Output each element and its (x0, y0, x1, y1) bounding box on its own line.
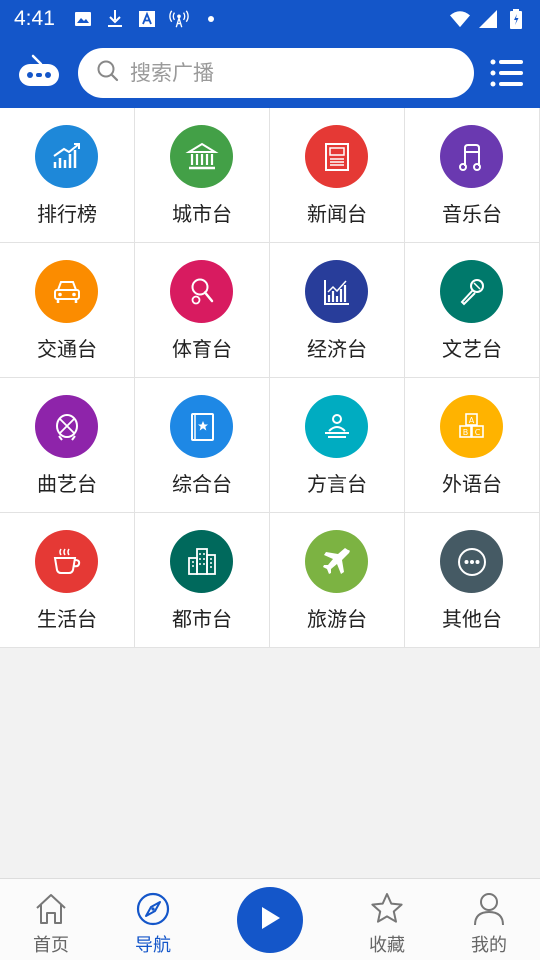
category-life[interactable]: 生活台 (0, 513, 135, 648)
search-input[interactable] (130, 61, 450, 85)
coffee-icon (35, 530, 98, 593)
status-bar: 4:41 (0, 0, 540, 38)
category-label: 都市台 (172, 607, 232, 631)
category-label: 新闻台 (307, 202, 367, 226)
category-label: 交通台 (37, 337, 97, 361)
nav-home-label: 首页 (33, 935, 69, 956)
microphone-icon (440, 260, 503, 323)
category-music[interactable]: 音乐台 (405, 108, 540, 243)
broadcast-icon (169, 9, 189, 29)
nav-favorites-label: 收藏 (369, 935, 405, 956)
plane-icon (305, 530, 368, 593)
category-label: 排行榜 (37, 202, 97, 226)
svg-text:B: B (462, 428, 468, 437)
nav-home[interactable]: 首页 (11, 879, 91, 960)
category-label: 音乐台 (442, 202, 502, 226)
category-label: 体育台 (172, 337, 232, 361)
car-icon (35, 260, 98, 323)
category-arts[interactable]: 文艺台 (405, 243, 540, 378)
category-label: 文艺台 (442, 337, 502, 361)
category-other[interactable]: 其他台 (405, 513, 540, 648)
search-icon (96, 59, 120, 87)
battery-icon (506, 9, 526, 29)
menu-icon[interactable] (490, 58, 524, 88)
opera-icon (35, 395, 98, 458)
category-traffic[interactable]: 交通台 (0, 243, 135, 378)
more-icon (440, 530, 503, 593)
nav-mine-label: 我的 (471, 935, 507, 956)
category-travel[interactable]: 旅游台 (270, 513, 405, 648)
category-metro[interactable]: 都市台 (135, 513, 270, 648)
nav-navigate-label: 导航 (135, 935, 171, 956)
compass-icon (135, 891, 171, 927)
newspaper-icon (305, 125, 368, 188)
abc-blocks-icon: ABC (440, 395, 503, 458)
speaker-icon (305, 395, 368, 458)
category-label: 曲艺台 (37, 472, 97, 496)
category-label: 综合台 (172, 472, 232, 496)
user-icon (471, 891, 507, 927)
nav-navigate[interactable]: 导航 (113, 879, 193, 960)
dot-icon (201, 9, 221, 29)
category-grid: 排行榜 城市台 新闻台 音乐台 交通台 体育台 经济台 文艺台 曲艺台 综合台 … (0, 108, 540, 648)
search-box[interactable] (78, 48, 474, 98)
app-header (0, 38, 540, 108)
chart-icon (35, 125, 98, 188)
category-label: 经济台 (307, 337, 367, 361)
category-city[interactable]: 城市台 (135, 108, 270, 243)
economy-chart-icon (305, 260, 368, 323)
svg-text:C: C (474, 428, 480, 437)
category-label: 其他台 (442, 607, 502, 631)
racket-icon (170, 260, 233, 323)
category-economy[interactable]: 经济台 (270, 243, 405, 378)
category-label: 方言台 (307, 472, 367, 496)
nav-mine[interactable]: 我的 (449, 879, 529, 960)
play-button[interactable] (237, 887, 303, 953)
image-icon (73, 9, 93, 29)
category-ranking[interactable]: 排行榜 (0, 108, 135, 243)
radio-icon[interactable] (17, 54, 61, 90)
wifi-icon (450, 9, 470, 29)
bottom-nav: 首页 导航 收藏 我的 (0, 878, 540, 960)
category-opera[interactable]: 曲艺台 (0, 378, 135, 513)
category-label: 生活台 (37, 607, 97, 631)
star-icon (369, 891, 405, 927)
category-label: 旅游台 (307, 607, 367, 631)
category-foreign[interactable]: ABC 外语台 (405, 378, 540, 513)
city-icon (170, 530, 233, 593)
category-label: 外语台 (442, 472, 502, 496)
signal-icon (478, 9, 498, 29)
status-time: 4:41 (14, 7, 55, 30)
home-icon (33, 891, 69, 927)
category-general[interactable]: 综合台 (135, 378, 270, 513)
building-icon (170, 125, 233, 188)
download-icon (105, 9, 125, 29)
nav-favorites[interactable]: 收藏 (347, 879, 427, 960)
music-icon (440, 125, 503, 188)
category-dialect[interactable]: 方言台 (270, 378, 405, 513)
category-label: 城市台 (172, 202, 232, 226)
svg-text:A: A (468, 416, 474, 425)
play-icon (257, 904, 283, 936)
font-icon (137, 9, 157, 29)
category-news[interactable]: 新闻台 (270, 108, 405, 243)
category-sports[interactable]: 体育台 (135, 243, 270, 378)
book-icon (170, 395, 233, 458)
